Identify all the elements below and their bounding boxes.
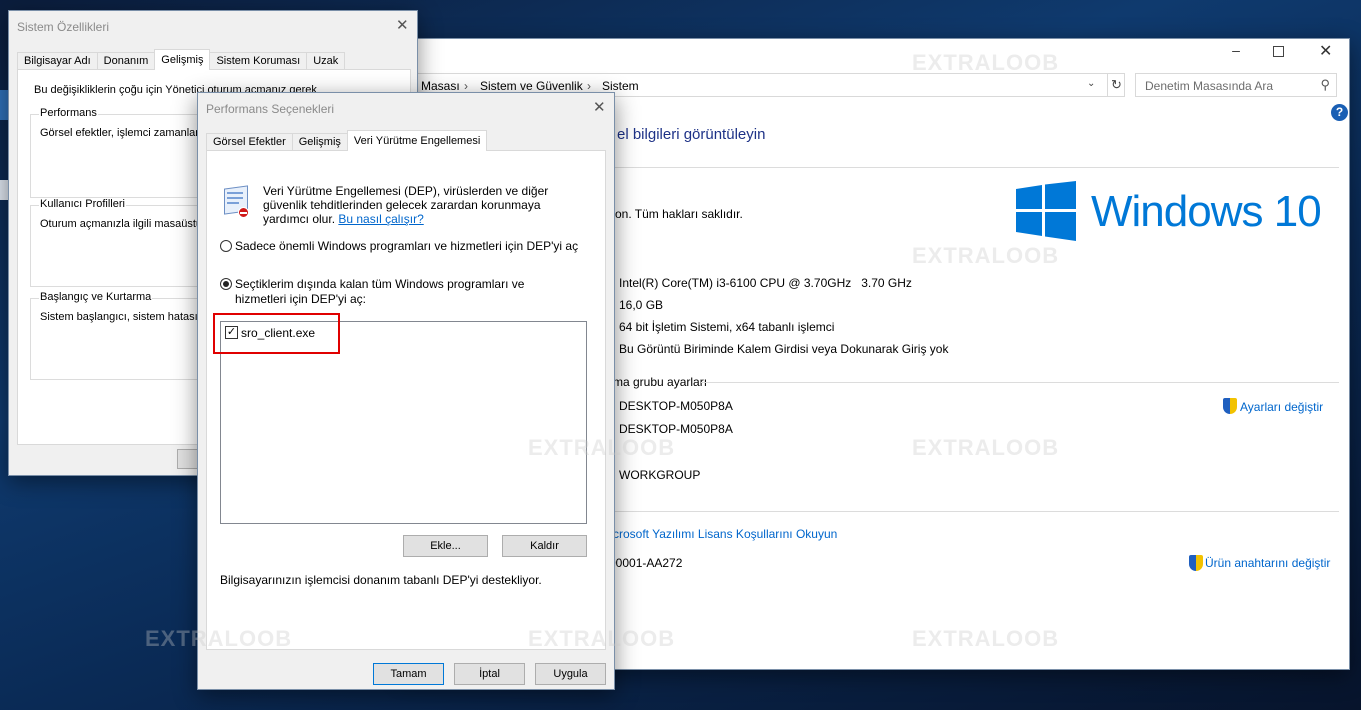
desktop-icon-partial[interactable] [0,90,8,120]
highlight-box [213,313,340,354]
search-icon: ⚲ [1320,77,1330,92]
radio-label[interactable]: Sadece önemli Windows programları ve hiz… [235,239,578,253]
windows-logo-text: Windows 10 [1091,187,1322,236]
product-id-value: 00001-AA272 [609,556,683,570]
watermark: EXTRALOOB [912,626,1060,651]
change-settings-link[interactable]: Ayarları değiştir [1240,400,1323,414]
group-label: Performans [39,107,98,119]
tab-panel: Veri Yürütme Engellemesi (DEP), virüsler… [206,150,606,650]
tab-computer-name[interactable]: Bilgisayar Adı [17,52,98,70]
ok-button[interactable]: Tamam [373,663,444,685]
refresh-icon[interactable]: ↻ [1107,74,1125,96]
watermark: EXTRALOOB [145,626,293,651]
breadcrumb-item[interactable]: Masası [421,79,460,93]
divider [613,167,1339,168]
search-placeholder: Denetim Masasında Ara [1145,79,1274,93]
group-label: Kullanıcı Profilleri [39,198,126,210]
memory-value: 16,0 GB [619,298,664,312]
minimize-button[interactable]: – [1226,43,1246,59]
apply-button[interactable]: Uygula [535,663,606,685]
tab-dep[interactable]: Veri Yürütme Engellemesi [346,130,488,151]
group-text: Görsel efektler, işlemci zamanlama [40,127,211,139]
close-icon[interactable]: ✕ [1319,41,1332,61]
dialog-title: Sistem Özellikleri [17,20,110,34]
processor-value: Intel(R) Core(TM) i3-6100 CPU @ 3.70GHz … [619,276,912,290]
tab-system-protection[interactable]: Sistem Koruması [209,52,308,70]
dep-description: Veri Yürütme Engellemesi (DEP), virüsler… [263,184,553,226]
change-key-link[interactable]: Ürün anahtarını değiştir [1205,556,1330,570]
desktop-icon-partial[interactable] [0,180,8,200]
tab-hardware[interactable]: Donanım [96,52,156,70]
license-link[interactable]: crosoft Yazılımı Lisans Koşullarını Okuy… [613,527,837,541]
tab-remote[interactable]: Uzak [306,52,346,70]
divider [613,511,1339,512]
cancel-button[interactable]: İptal [454,663,525,685]
performance-options-dialog: Performans Seçenekleri ✕ Görsel Efektler… [197,92,615,690]
radio-label[interactable]: Seçtiklerim dışında kalan tüm Windows pr… [235,277,575,307]
full-name-value: DESKTOP-M050P8A [619,422,733,436]
group-text: Oturum açmanızla ilgili masaüstü a [40,218,212,230]
tab-strip: Görsel Efektler Gelişmiş Veri Yürütme En… [206,130,488,151]
tab-visual-effects[interactable]: Görsel Efektler [206,133,293,151]
tab-strip: Bilgisayar Adı Donanım Gelişmiş Sistem K… [17,49,346,70]
system-type-value: 64 bit İşletim Sistemi, x64 tabanlı işle… [619,320,835,334]
radio-all-except[interactable] [220,278,232,290]
radio-important-only[interactable] [220,240,232,252]
watermark: EXTRALOOB [528,435,676,460]
help-link[interactable]: Bu nasıl çalışır? [338,212,423,226]
workgroup-section-title: ma grubu ayarları [613,375,708,389]
dep-icon [220,185,252,219]
tab-advanced[interactable]: Gelişmiş [291,133,348,151]
page-title: el bilgileri görüntüleyin [617,126,766,143]
breadcrumb-item[interactable]: Sistem [602,79,639,93]
divider [701,382,1339,383]
copyright-text: on. Tüm hakları saklıdır. [615,207,743,221]
shield-icon [1189,555,1203,571]
watermark: EXTRALOOB [528,626,676,651]
computer-name-value: DESKTOP-M050P8A [619,399,733,413]
close-icon[interactable]: ✕ [396,16,409,34]
search-input[interactable]: Denetim Masasında Ara ⚲ [1135,73,1337,97]
breadcrumb-sep: › [587,79,591,93]
windows-logo-icon [1016,181,1076,241]
workgroup-value: WORKGROUP [619,468,701,482]
help-icon[interactable]: ? [1331,104,1348,121]
chevron-down-icon[interactable]: ⌄ [1087,78,1095,89]
watermark: EXTRALOOB [912,243,1060,268]
remove-button[interactable]: Kaldır [502,535,587,557]
shield-icon [1223,398,1237,414]
breadcrumb-sep: › [464,79,468,93]
pen-touch-value: Bu Görüntü Biriminde Kalem Girdisi veya … [619,342,949,356]
support-text: Bilgisayarınızın işlemcisi donanım taban… [220,573,542,587]
tab-advanced[interactable]: Gelişmiş [154,49,211,70]
add-button[interactable]: Ekle... [403,535,488,557]
group-label: Başlangıç ve Kurtarma [39,291,153,303]
group-text: Sistem başlangıcı, sistem hatası ve [40,311,213,323]
watermark: EXTRALOOB [912,435,1060,460]
close-icon[interactable]: ✕ [593,98,606,116]
maximize-button[interactable] [1273,46,1284,57]
breadcrumb-item[interactable]: Sistem ve Güvenlik [480,79,583,93]
dialog-title: Performans Seçenekleri [206,102,335,116]
watermark: EXTRALOOB [912,50,1060,75]
